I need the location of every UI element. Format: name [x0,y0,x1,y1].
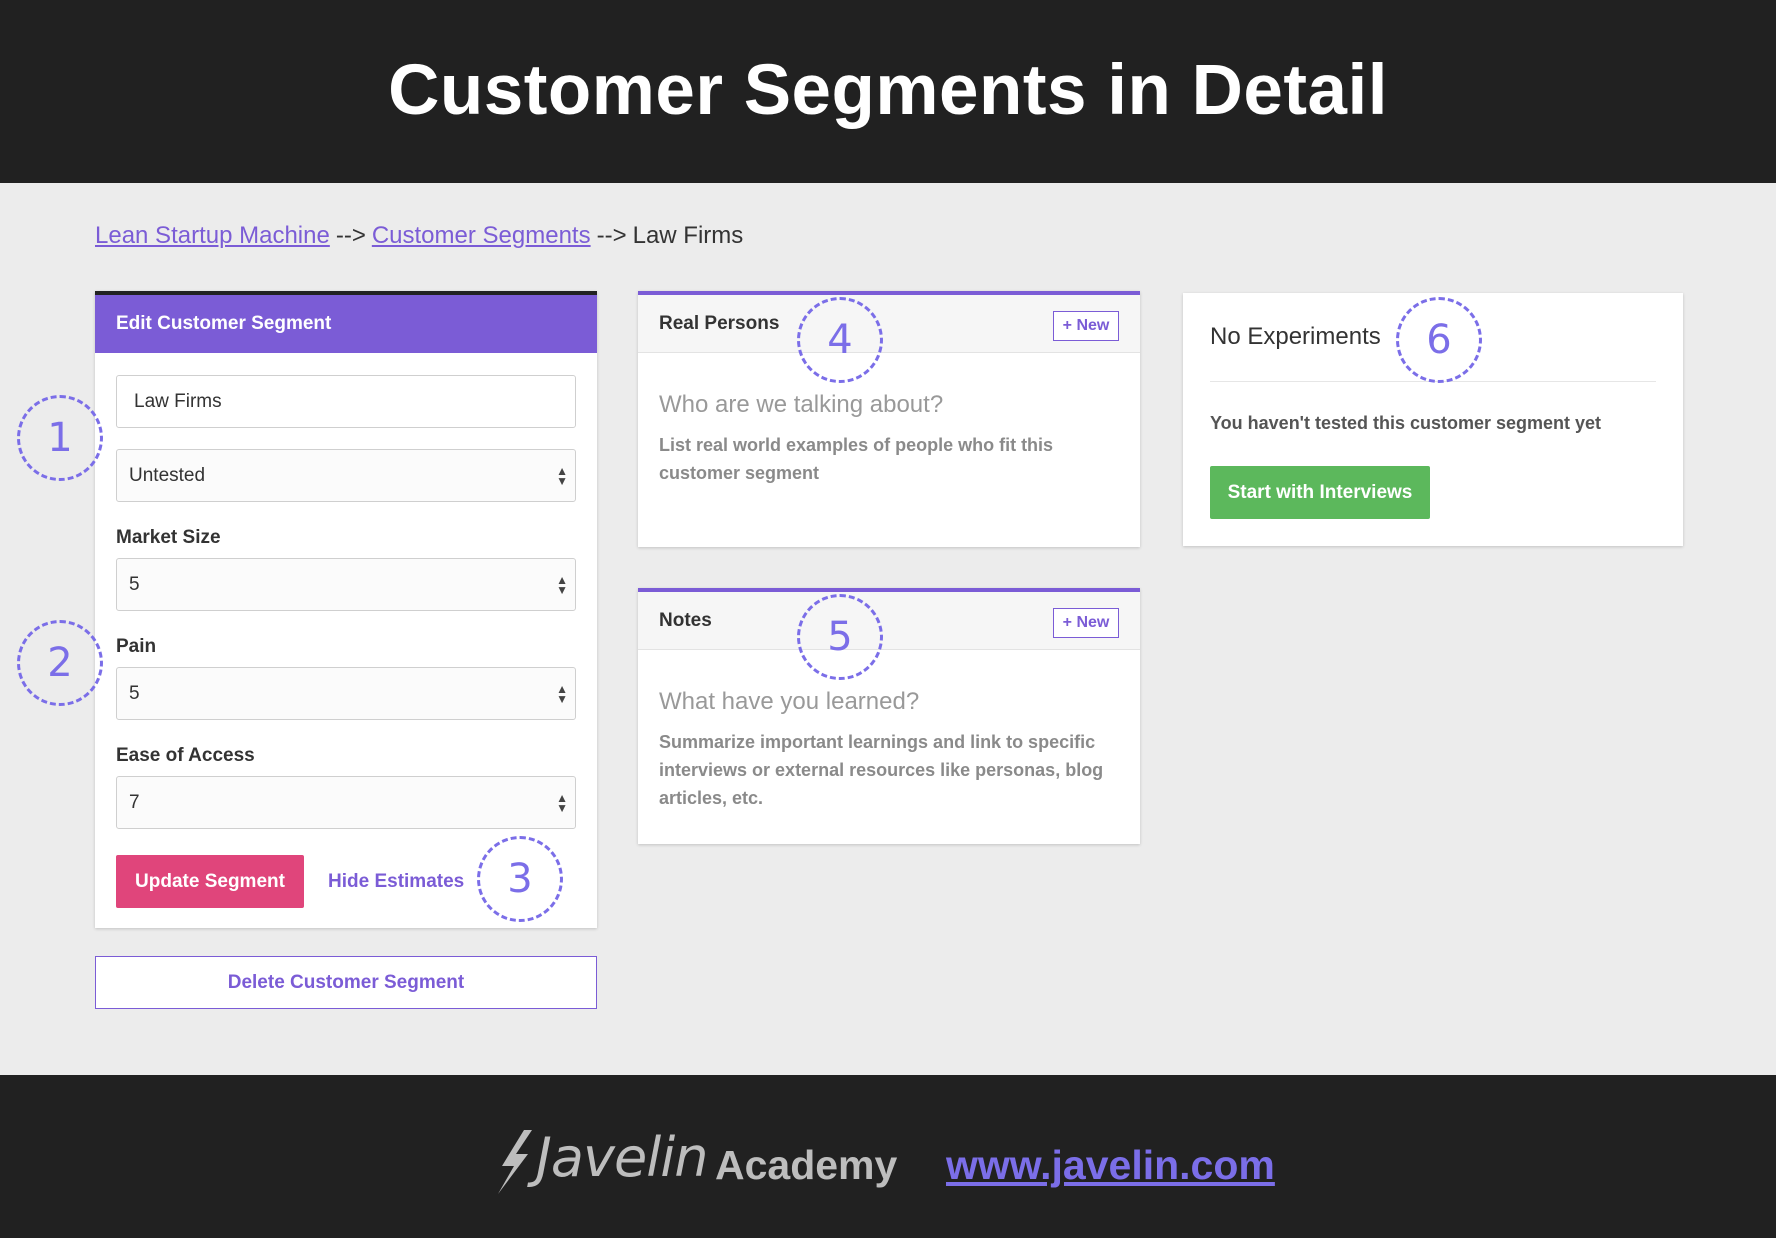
annotation-marker-6: 6 [1396,297,1482,383]
edit-segment-header: Edit Customer Segment [95,295,597,353]
new-real-person-button[interactable]: + New [1053,311,1119,341]
select-arrows-icon: ▲ ▼ [556,463,568,488]
ease-of-access-value: 7 [129,792,140,813]
experiments-title: No Experiments [1210,323,1381,350]
market-size-value: 5 [129,574,140,595]
lightning-bolt-icon [498,1130,532,1194]
select-arrows-icon: ▲ ▼ [556,681,568,706]
notes-title: Notes [659,610,712,631]
annotation-marker-4: 4 [797,297,883,383]
breadcrumb-separator: --> [596,222,627,249]
pain-select[interactable]: 5 ▲ ▼ [116,667,576,720]
breadcrumb: Lean Startup Machine --> Customer Segments… [95,222,743,250]
notes-question: What have you learned? [659,688,920,715]
hide-estimates-link[interactable]: Hide Estimates [328,871,464,893]
segment-status-value: Untested [129,465,206,486]
pain-value: 5 [129,683,140,704]
start-interviews-button[interactable]: Start with Interviews [1210,466,1430,519]
real-persons-description: List real world examples of people who f… [659,435,1054,483]
new-note-button[interactable]: + New [1053,608,1119,638]
segment-status-select[interactable]: Untested ▲ ▼ [116,449,576,502]
notes-description: Summarize important learnings and link t… [659,732,1104,808]
real-persons-question: Who are we talking about? [659,391,944,418]
segment-name-field[interactable]: Law Firms [116,375,576,428]
footer-url-link[interactable]: www.javelin.com [946,1142,1275,1189]
experiments-description: You haven't tested this customer segment… [1210,413,1602,433]
breadcrumb-link-lean-startup-machine[interactable]: Lean Startup Machine [95,222,330,249]
banner-title: Customer Segments in Detail [388,51,1388,130]
annotation-marker-5: 5 [797,594,883,680]
market-size-select[interactable]: 5 ▲ ▼ [116,558,576,611]
real-persons-card: Real Persons + New Who are we talking ab… [638,291,1140,547]
breadcrumb-separator: --> [335,222,366,249]
ease-of-access-label: Ease of Access [116,745,255,766]
market-size-label: Market Size [116,527,221,548]
annotation-marker-1: 1 [17,395,103,481]
real-persons-header: Real Persons + New [638,295,1140,353]
select-arrows-icon: ▲ ▼ [556,572,568,597]
edit-segment-card: Edit Customer Segment Law Firms Untested… [95,291,597,928]
select-arrows-icon: ▲ ▼ [556,790,568,815]
breadcrumb-link-customer-segments[interactable]: Customer Segments [372,222,591,249]
annotation-marker-2: 2 [17,620,103,706]
annotation-marker-3: 3 [477,836,563,922]
ease-of-access-select[interactable]: 7 ▲ ▼ [116,776,576,829]
notes-header: Notes + New [638,592,1140,650]
javelin-logo-word: Javelin [536,1126,708,1189]
update-segment-button[interactable]: Update Segment [116,855,304,908]
pain-label: Pain [116,636,157,657]
notes-card: Notes + New What have you learned? Summa… [638,588,1140,844]
breadcrumb-current: Law Firms [632,222,744,249]
top-banner: Customer Segments in Detail [0,0,1776,183]
javelin-logo-academy: Academy [715,1142,898,1188]
real-persons-title: Real Persons [659,313,780,334]
delete-segment-button[interactable]: Delete Customer Segment [95,956,597,1009]
